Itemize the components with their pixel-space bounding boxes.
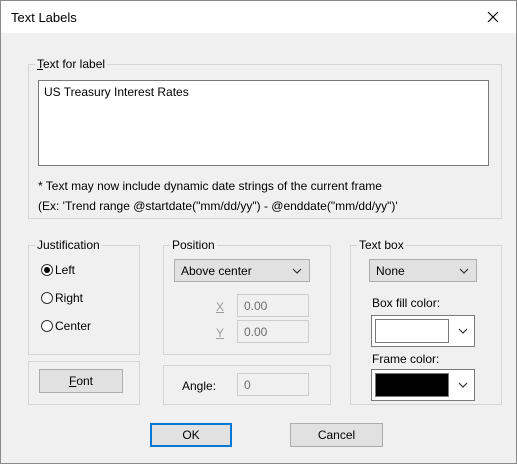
position-dropdown[interactable]: Above center [174, 259, 310, 282]
chevron-down-icon [292, 268, 302, 274]
text-labels-dialog: Text Labels Text for label US Treasury I… [0, 0, 517, 464]
frame-color-label: Frame color: [372, 352, 440, 366]
ok-button-label: OK [182, 428, 200, 442]
text-box-dropdown[interactable]: None [369, 259, 477, 282]
text-box-selected: None [376, 263, 405, 278]
dynamic-date-note-line2: (Ex: 'Trend range @startdate("mm/dd/yy")… [38, 199, 398, 213]
radio-left-label: Left [55, 263, 76, 277]
ok-button[interactable]: OK [150, 423, 232, 447]
close-icon [487, 11, 499, 23]
font-button-accel: F [68, 374, 77, 388]
position-legend: Position [170, 238, 217, 252]
font-button-label: ont [76, 374, 94, 388]
box-fill-swatch [375, 319, 449, 343]
dynamic-date-note-line1: * Text may now include dynamic date stri… [38, 179, 382, 193]
box-fill-color-picker[interactable] [371, 315, 475, 347]
radio-left[interactable]: Left [41, 263, 75, 277]
box-fill-color-label: Box fill color: [372, 296, 441, 310]
label-text-input[interactable]: US Treasury Interest Rates [38, 80, 489, 166]
font-button[interactable]: Font [39, 369, 123, 393]
justification-legend: Justification [35, 238, 102, 252]
title-bar: Text Labels [1, 1, 516, 33]
y-label: Y [216, 326, 225, 340]
angle-label: Angle: [182, 379, 217, 393]
chevron-down-icon [458, 382, 468, 388]
cancel-button-label: Cancel [317, 428, 356, 442]
legend-text: ext for label [43, 57, 106, 71]
angle-input[interactable]: 0 [237, 373, 309, 396]
radio-circle-center [41, 320, 53, 332]
chevron-down-icon [458, 328, 468, 334]
radio-right-label: Right [55, 291, 84, 305]
y-value: 0.00 [244, 324, 268, 339]
text-box-legend: Text box [357, 238, 406, 252]
radio-circle-right [41, 292, 53, 304]
chevron-down-icon [459, 268, 469, 274]
angle-value: 0 [244, 377, 251, 392]
window-title: Text Labels [11, 10, 77, 25]
label-text-value: US Treasury Interest Rates [44, 85, 189, 99]
radio-circle-left [41, 264, 53, 276]
close-button[interactable] [470, 1, 516, 33]
x-label: X [216, 300, 225, 314]
cancel-button[interactable]: Cancel [290, 423, 383, 447]
radio-center-label: Center [55, 319, 92, 333]
x-value: 0.00 [244, 298, 268, 313]
frame-swatch [375, 373, 449, 397]
x-input[interactable]: 0.00 [237, 294, 309, 317]
radio-selected-dot [44, 267, 50, 273]
radio-center[interactable]: Center [41, 319, 91, 333]
text-for-label-legend: Text for label [35, 57, 108, 71]
y-input[interactable]: 0.00 [237, 320, 309, 343]
position-selected: Above center [181, 263, 252, 278]
radio-right[interactable]: Right [41, 291, 83, 305]
frame-color-picker[interactable] [371, 369, 475, 401]
